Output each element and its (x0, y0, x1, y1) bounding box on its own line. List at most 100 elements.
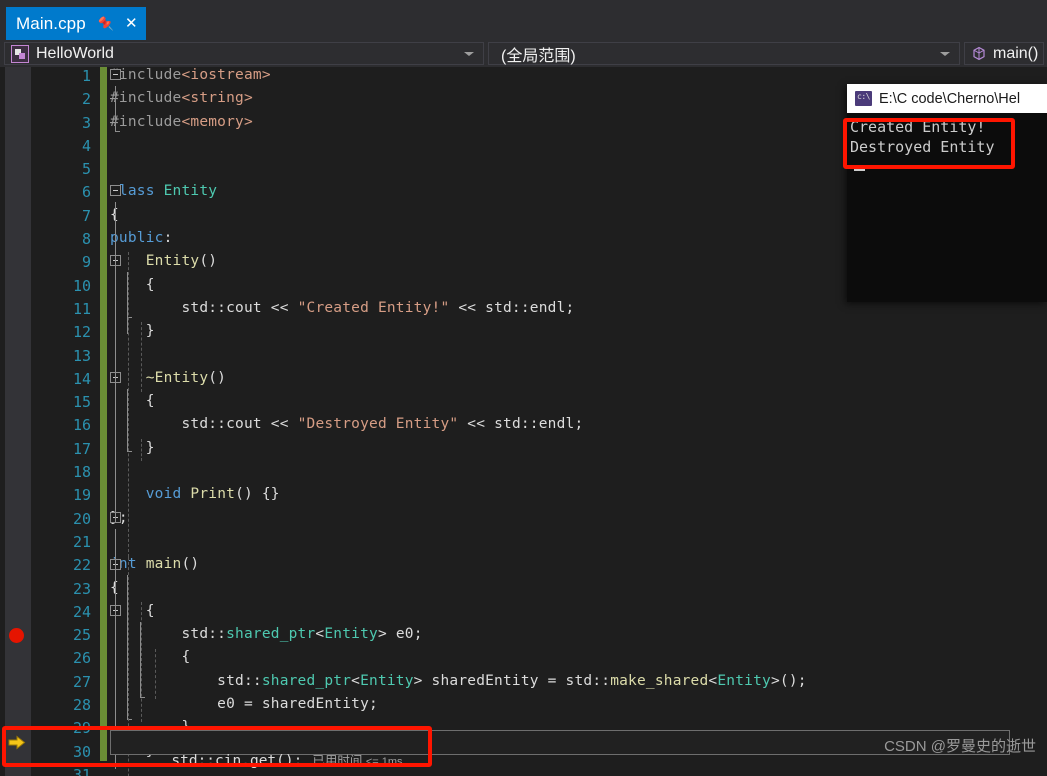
line-number: 8 (81, 230, 91, 249)
console-output-line: Created Entity! (850, 118, 986, 136)
line-number: 29 (72, 719, 91, 738)
line-code: #include<iostream> (110, 67, 271, 83)
fold-marker-line6[interactable] (110, 185, 121, 196)
line-number: 12 (72, 323, 91, 342)
line-number: 26 (72, 649, 91, 668)
line-number: 24 (72, 602, 91, 621)
line-number: 4 (81, 136, 91, 155)
code-line[interactable]: 27 std::shared_ptr<Entity> sharedEntity … (0, 673, 1047, 696)
console-output: Created Entity! Destroyed Entity (847, 113, 1047, 171)
line-code: { (145, 276, 155, 293)
console-title-bar[interactable]: E:\C code\Cherno\Hel (847, 84, 1047, 113)
code-line[interactable]: 21 (0, 533, 1047, 556)
line-number: 9 (81, 253, 91, 272)
code-line[interactable]: 17 } (0, 440, 1047, 463)
line-code: class Entity (110, 183, 218, 200)
code-line[interactable]: 15 { (0, 393, 1047, 416)
line-code: } (145, 439, 155, 456)
line-code: std::cout << "Destroyed Entity" << std::… (181, 416, 584, 433)
line-number: 3 (81, 113, 91, 132)
code-line[interactable]: 24 { (0, 603, 1047, 626)
line-code: void Print() {} (145, 486, 280, 503)
scope-dropdown-label: (全局范围) (501, 47, 576, 65)
console-window[interactable]: E:\C code\Cherno\Hel Created Entity! Des… (847, 84, 1047, 302)
code-line[interactable]: 18 (0, 463, 1047, 486)
line-code: { (145, 393, 155, 410)
execution-pointer-icon (8, 735, 26, 750)
code-line[interactable]: 22 int main() (0, 556, 1047, 579)
line-code: e0 = sharedEntity; (217, 696, 378, 713)
current-line-code: std::cin.get(); (171, 753, 303, 769)
line-number: 30 (72, 742, 91, 761)
line-code: public: (110, 230, 173, 247)
line-number: 21 (72, 532, 91, 551)
line-number: 11 (72, 299, 91, 318)
line-number: 5 (81, 160, 91, 179)
elapsed-time-value: <= 1ms (365, 756, 403, 768)
console-output-line: Destroyed Entity (850, 138, 995, 156)
close-icon[interactable]: ✕ (125, 16, 138, 31)
indent-guide-1 (128, 252, 129, 557)
line-number: 31 (72, 765, 91, 776)
elapsed-time-label: 已用时间 (312, 754, 363, 768)
line-number: 25 (72, 626, 91, 645)
function-dropdown[interactable]: main() (964, 42, 1044, 65)
code-line[interactable]: 14 ~Entity() (0, 370, 1047, 393)
line-number: 27 (72, 672, 91, 691)
line-code: #include<memory> (110, 113, 253, 130)
line-code: } (145, 323, 155, 340)
command-prompt-icon (855, 91, 872, 106)
code-line[interactable]: 25 std::shared_ptr<Entity> e0; (0, 626, 1047, 649)
line-code: #include<string> (110, 90, 253, 107)
scope-dropdown[interactable]: (全局范围) (488, 42, 960, 65)
elapsed-time-annotation: 已用时间 <= 1ms (312, 754, 402, 768)
line-number: 2 (81, 90, 91, 109)
line-code: int main() (110, 556, 200, 573)
current-line-text: std::cin.get(); 已用时间 <= 1ms (119, 734, 402, 776)
line-code: std::shared_ptr<Entity> e0; (181, 626, 423, 643)
tab-main-cpp[interactable]: Main.cpp 📌​ ✕ (6, 7, 146, 40)
line-number: 14 (72, 369, 91, 388)
console-title-text: E:\C code\Cherno\Hel (879, 90, 1021, 107)
tab-label: Main.cpp (16, 13, 86, 33)
code-line[interactable]: 23{ (0, 580, 1047, 603)
indent-guide-3 (141, 439, 142, 461)
current-line-box[interactable]: std::cin.get(); 已用时间 <= 1ms (110, 730, 1010, 769)
fold-bar-includes (115, 86, 116, 131)
fold-marker-line1[interactable] (110, 69, 121, 80)
code-line[interactable]: 26 { (0, 649, 1047, 672)
code-line[interactable]: 13 (0, 347, 1047, 370)
chevron-down-icon[interactable] (940, 51, 950, 56)
line-number: 15 (72, 393, 91, 412)
pin-icon[interactable]: 📌​ (98, 16, 114, 31)
line-number: 20 (72, 509, 91, 528)
code-line[interactable]: 16 std::cout << "Destroyed Entity" << st… (0, 416, 1047, 439)
line-number: 13 (72, 346, 91, 365)
code-line[interactable]: 28 e0 = sharedEntity; (0, 696, 1047, 719)
line-number: 17 (72, 439, 91, 458)
line-number: 1 (81, 67, 91, 85)
indent-guide-5 (141, 602, 142, 722)
line-number: 28 (72, 696, 91, 715)
line-code: Entity() (145, 253, 218, 270)
project-dropdown[interactable]: HelloWorld (4, 42, 484, 65)
console-cursor (854, 166, 865, 171)
fold-end-includes (115, 131, 120, 132)
fold-end-class (115, 522, 120, 523)
tab-strip: Main.cpp 📌​ ✕ (0, 0, 1047, 40)
breakpoint-glyph[interactable] (9, 628, 24, 643)
project-dropdown-label: HelloWorld (36, 44, 114, 62)
code-line[interactable]: 19 void Print() {} (0, 486, 1047, 509)
code-line[interactable]: 11 std::cout << "Created Entity!" << std… (0, 300, 1047, 323)
code-line[interactable]: 12 } (0, 323, 1047, 346)
method-cube-icon (973, 46, 985, 60)
indent-guide-2 (141, 322, 142, 392)
line-number: 10 (72, 276, 91, 295)
indent-guide-6 (155, 649, 156, 699)
code-line[interactable]: 20}; (0, 510, 1047, 533)
line-number: 7 (81, 206, 91, 225)
line-number: 23 (72, 579, 91, 598)
fold-bar-class (115, 202, 116, 522)
function-dropdown-label: main() (993, 44, 1039, 62)
chevron-down-icon[interactable] (464, 51, 474, 56)
